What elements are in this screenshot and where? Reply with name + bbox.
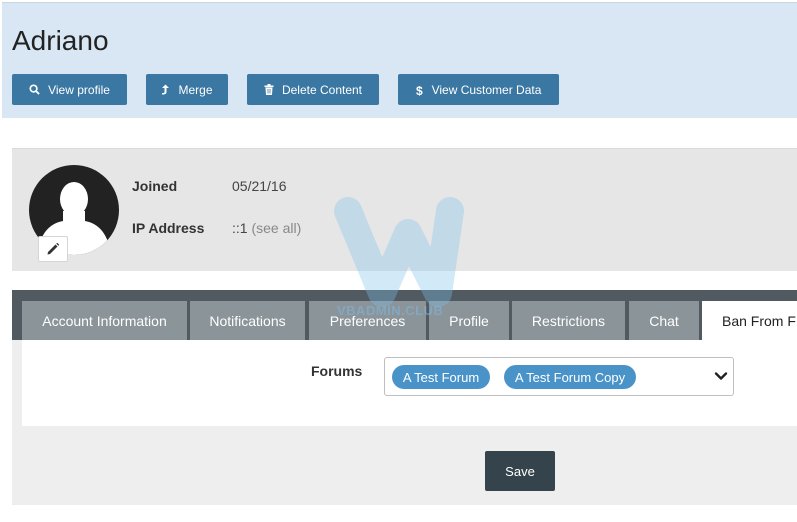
tab-profile[interactable]: Profile — [429, 301, 509, 340]
view-customer-data-button[interactable]: $ View Customer Data — [398, 74, 559, 105]
search-icon — [29, 84, 40, 95]
ban-form: Forums A Test Forum A Test Forum Copy — [12, 340, 797, 436]
page-title: Adriano — [12, 25, 109, 56]
tab-account-information[interactable]: Account Information — [22, 301, 187, 340]
view-profile-button[interactable]: View profile — [12, 74, 127, 105]
form-footer: Save — [12, 436, 797, 505]
chevron-down-icon[interactable] — [714, 369, 728, 383]
tab-preferences[interactable]: Preferences — [309, 301, 426, 340]
user-tabs: Account Information Notifications Prefer… — [12, 290, 797, 340]
joined-label: Joined — [132, 178, 178, 194]
pencil-icon — [47, 242, 60, 255]
svg-text:$: $ — [416, 84, 423, 96]
save-button[interactable]: Save — [485, 451, 555, 491]
forums-multiselect[interactable]: A Test Forum A Test Forum Copy — [384, 357, 734, 396]
tab-restrictions[interactable]: Restrictions — [512, 301, 625, 340]
joined-value: 05/21/16 — [232, 178, 287, 194]
merge-button[interactable]: Merge — [146, 74, 228, 105]
dollar-icon: $ — [416, 84, 424, 96]
ip-see-all-link[interactable]: (see all) — [251, 220, 301, 236]
view-profile-label: View profile — [48, 82, 110, 97]
selected-forum-chip[interactable]: A Test Forum Copy — [504, 365, 636, 389]
page-header: Adriano View profile Merge Delete Conten… — [2, 2, 797, 118]
merge-arrow-icon — [161, 84, 170, 95]
delete-content-button[interactable]: Delete Content — [247, 74, 379, 105]
ip-address-value: ::1 — [232, 220, 248, 236]
tab-chat[interactable]: Chat — [629, 301, 699, 340]
delete-content-label: Delete Content — [281, 82, 363, 97]
profile-summary: Joined 05/21/16 IP Address ::1 (see all) — [12, 148, 797, 271]
view-customer-data-label: View Customer Data — [431, 82, 542, 97]
ban-form-body: Forums A Test Forum A Test Forum Copy — [22, 340, 797, 426]
ip-address-label: IP Address — [132, 220, 205, 236]
forums-label: Forums — [311, 363, 363, 379]
tab-notifications[interactable]: Notifications — [190, 301, 305, 340]
trash-icon — [264, 84, 274, 95]
tab-ban-from-forums[interactable]: Ban From F — [702, 301, 797, 340]
edit-avatar-button[interactable] — [38, 236, 68, 262]
ip-address-value-group: ::1 (see all) — [232, 220, 301, 236]
selected-forum-chip[interactable]: A Test Forum — [392, 365, 490, 389]
merge-label: Merge — [178, 82, 213, 97]
